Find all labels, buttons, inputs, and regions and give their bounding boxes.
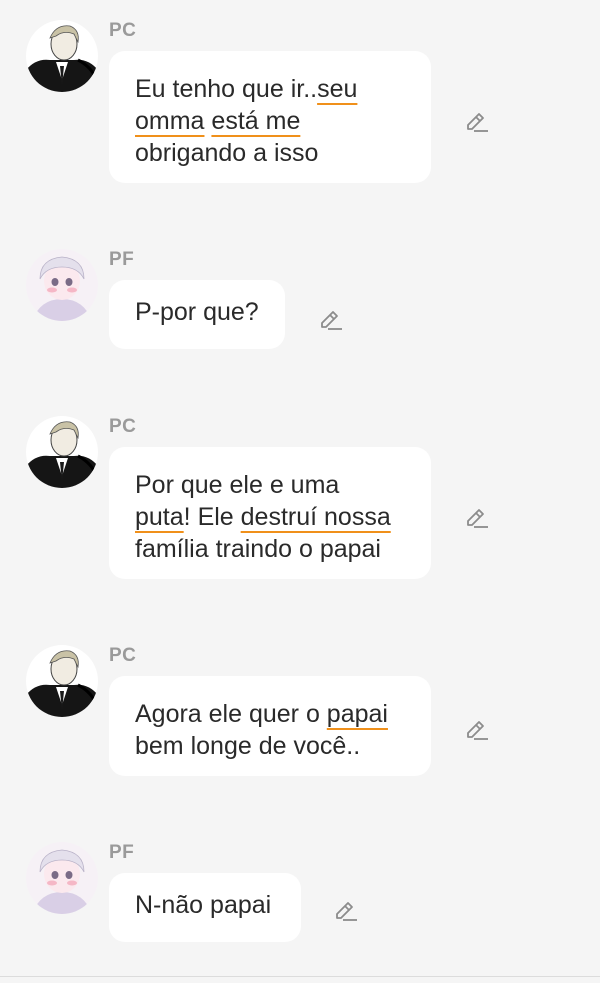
pencil-icon[interactable] [333, 899, 359, 925]
message-text: família traindo o papai [135, 535, 381, 563]
message-bubble: Por que ele e uma puta! Ele destruí noss… [109, 447, 431, 579]
pc-avatar[interactable] [26, 645, 98, 717]
message-item: PC Agora ele quer o papai bem longe de v… [0, 645, 600, 795]
sender-name: PF [109, 842, 135, 863]
message-bubble: P-por que? [109, 280, 285, 349]
message-text-underlined: está me [211, 107, 301, 135]
message-text: obrigando a isso [135, 139, 319, 167]
message-bubble: Eu tenho que ir..seu omma está me obriga… [109, 51, 431, 183]
message-bubble: Agora ele quer o papai bem longe de você… [109, 676, 431, 776]
message-text: Eu tenho que ir.. [135, 75, 318, 103]
message-item: PC Eu tenho que ir..seu omma está me obr… [0, 20, 600, 200]
message-text-underlined: omma [135, 107, 205, 135]
pf-avatar[interactable] [26, 842, 98, 914]
pc-avatar[interactable] [26, 416, 98, 488]
pf-avatar[interactable] [26, 249, 98, 321]
message-line: P-por que? [135, 296, 259, 328]
message-line: bem longe de você.. [135, 730, 405, 762]
message-text: ! Ele [183, 503, 241, 531]
message-text-underlined: puta [135, 503, 184, 531]
message-text: Por que ele e uma [135, 471, 340, 499]
pencil-icon[interactable] [464, 110, 490, 136]
message-text: N-não papai [135, 891, 272, 919]
message-line: Por que ele e uma [135, 469, 405, 501]
message-line: família traindo o papai [135, 533, 405, 565]
message-line: obrigando a isso [135, 137, 405, 169]
message-line: N-não papai [135, 889, 275, 921]
message-text-underlined: papai [326, 700, 388, 728]
message-line: omma está me [135, 105, 405, 137]
message-item: PF P-por que? [0, 249, 600, 369]
pc-avatar[interactable] [26, 20, 98, 92]
sender-name: PC [109, 20, 137, 41]
sender-name: PC [109, 416, 137, 437]
pencil-icon[interactable] [318, 308, 344, 334]
message-bubble: N-não papai [109, 873, 301, 942]
pencil-icon[interactable] [464, 718, 490, 744]
divider [0, 976, 600, 977]
message-item: PF N-não papai [0, 842, 600, 962]
message-line: puta! Ele destruí nossa [135, 501, 405, 533]
message-line: Eu tenho que ir..seu [135, 73, 405, 105]
message-item: PC Por que ele e uma puta! Ele destruí n… [0, 416, 600, 596]
sender-name: PC [109, 645, 137, 666]
sender-name: PF [109, 249, 135, 270]
message-text-underlined: seu [317, 75, 358, 103]
message-text: P-por que? [135, 298, 259, 326]
chat-thread: PC Eu tenho que ir..seu omma está me obr… [0, 0, 600, 983]
message-text: bem longe de você.. [135, 732, 361, 760]
message-text-underlined: destruí nossa [240, 503, 391, 531]
message-line: Agora ele quer o papai [135, 698, 405, 730]
message-text: Agora ele quer o [135, 700, 327, 728]
pencil-icon[interactable] [464, 506, 490, 532]
